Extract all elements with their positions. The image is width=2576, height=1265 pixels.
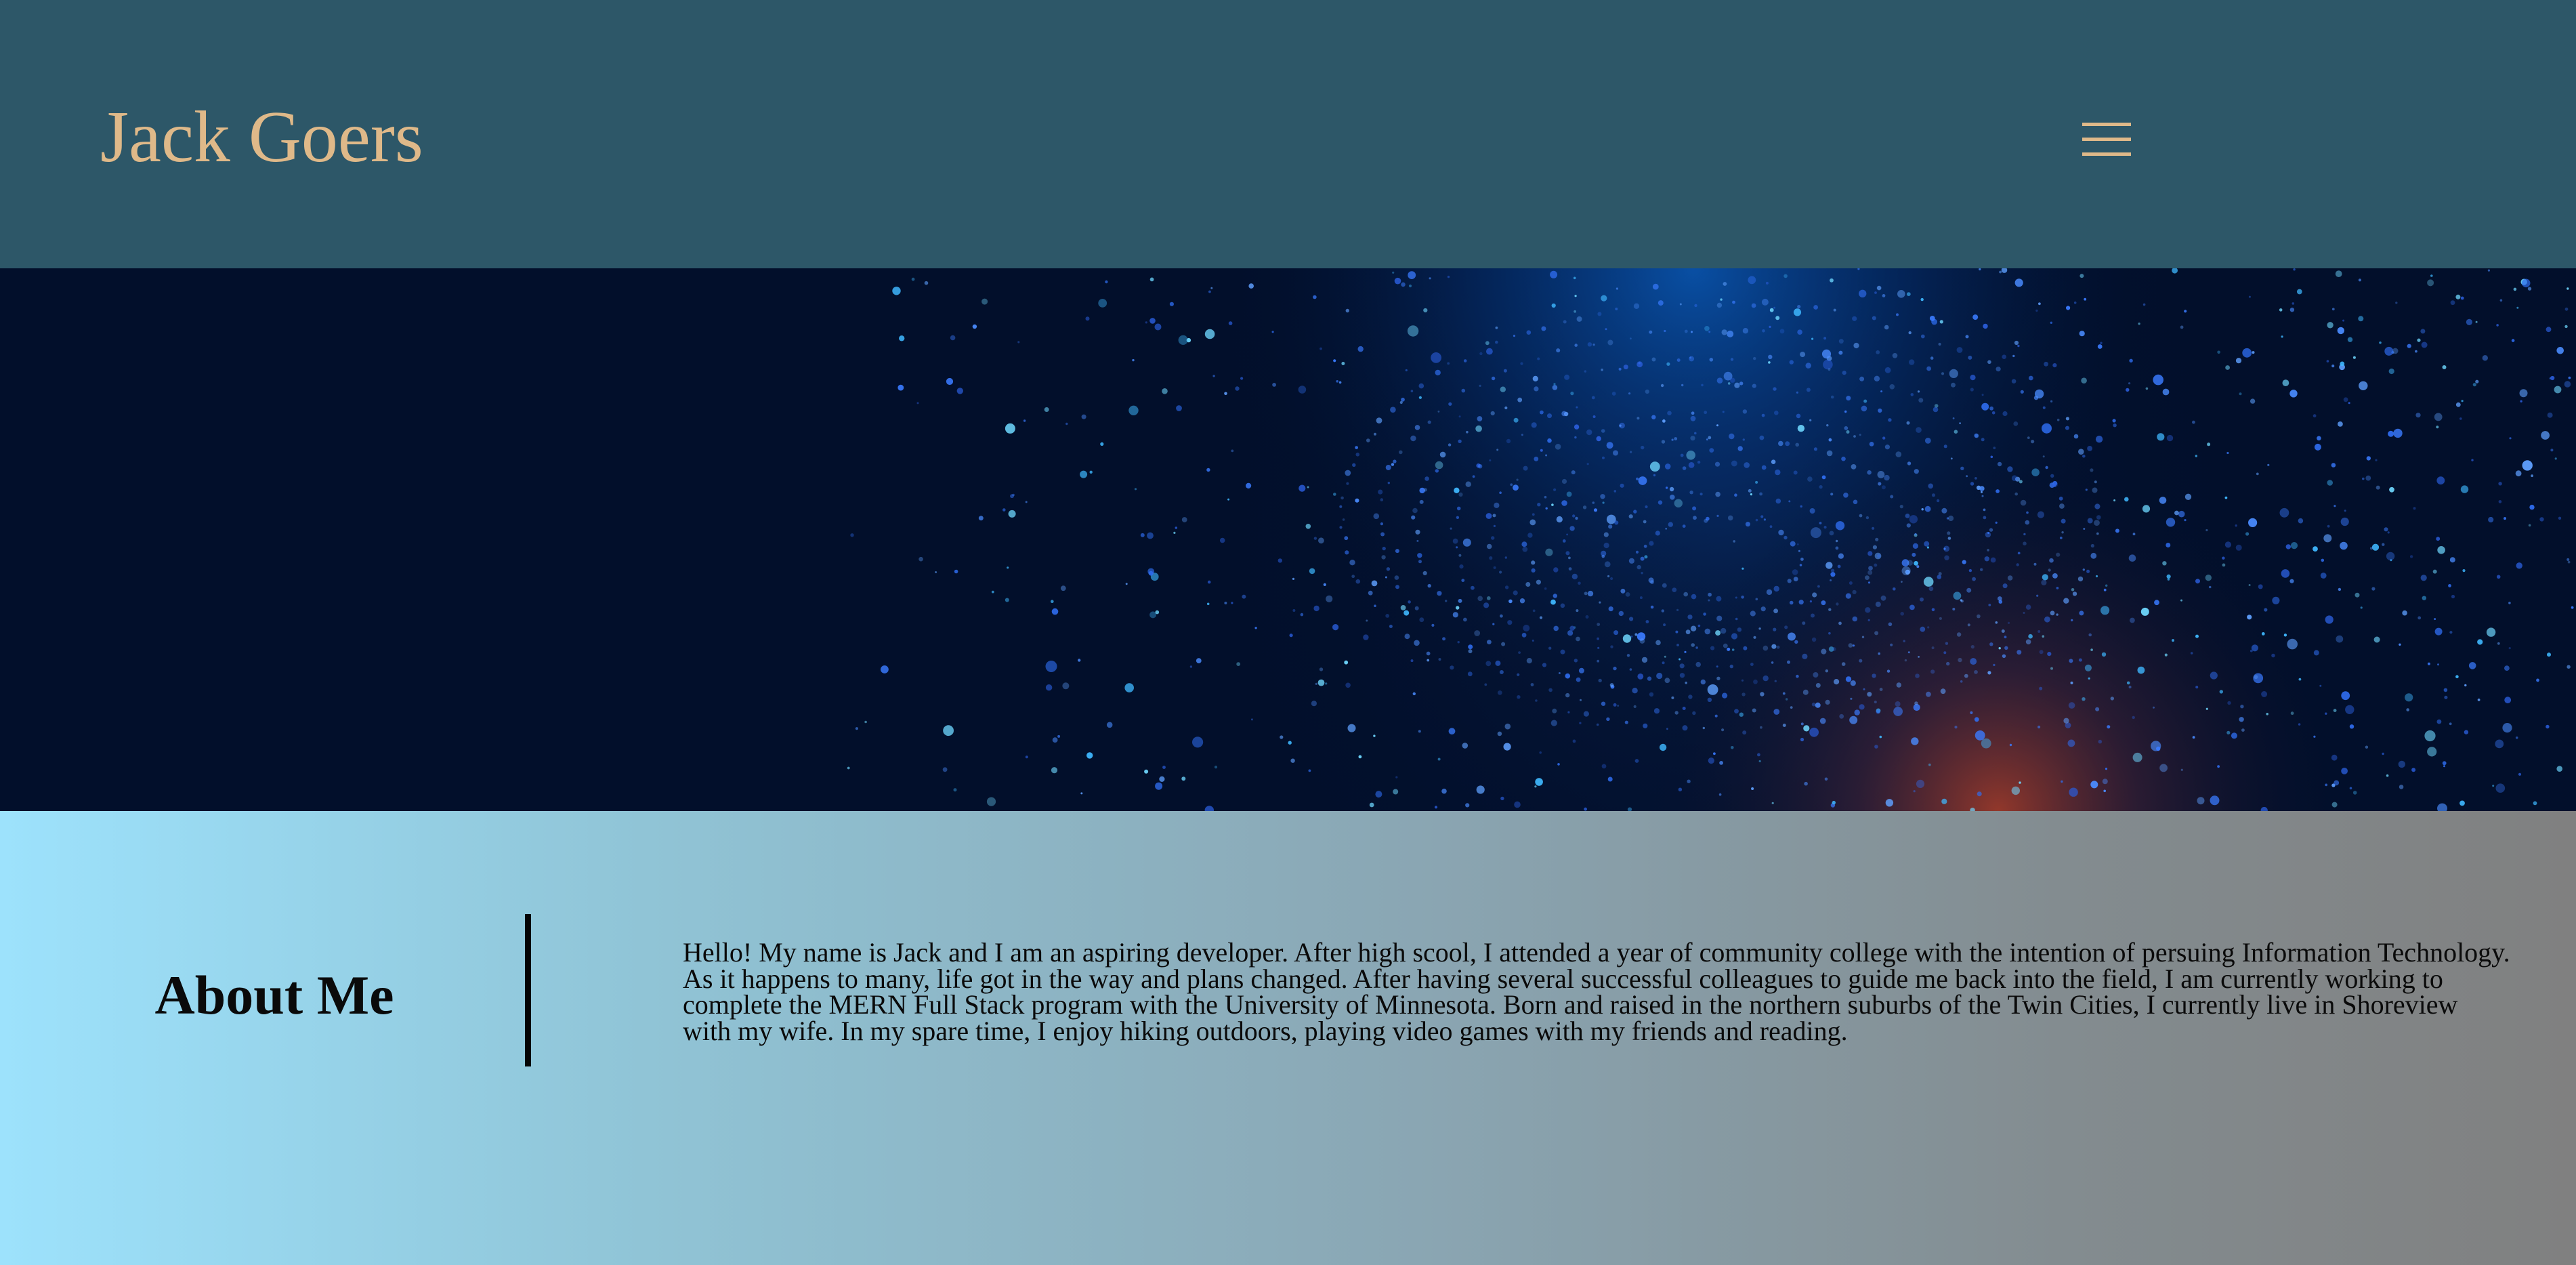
- site-header: Jack Goers: [0, 0, 2576, 268]
- hamburger-menu-icon[interactable]: [2075, 119, 2134, 160]
- menu-bar-top: [2082, 123, 2131, 126]
- hero-image: [0, 268, 2576, 811]
- about-section: About Me Hello! My name is Jack and I am…: [0, 811, 2576, 1265]
- section-divider: [525, 914, 531, 1066]
- menu-bar-bottom: [2082, 152, 2131, 156]
- menu-bar-middle: [2082, 138, 2131, 141]
- about-heading: About Me: [154, 964, 394, 1026]
- hero-banner: [0, 268, 2576, 811]
- site-title[interactable]: Jack Goers: [100, 94, 423, 182]
- about-body-text: Hello! My name is Jack and I am an aspir…: [683, 937, 2510, 1046]
